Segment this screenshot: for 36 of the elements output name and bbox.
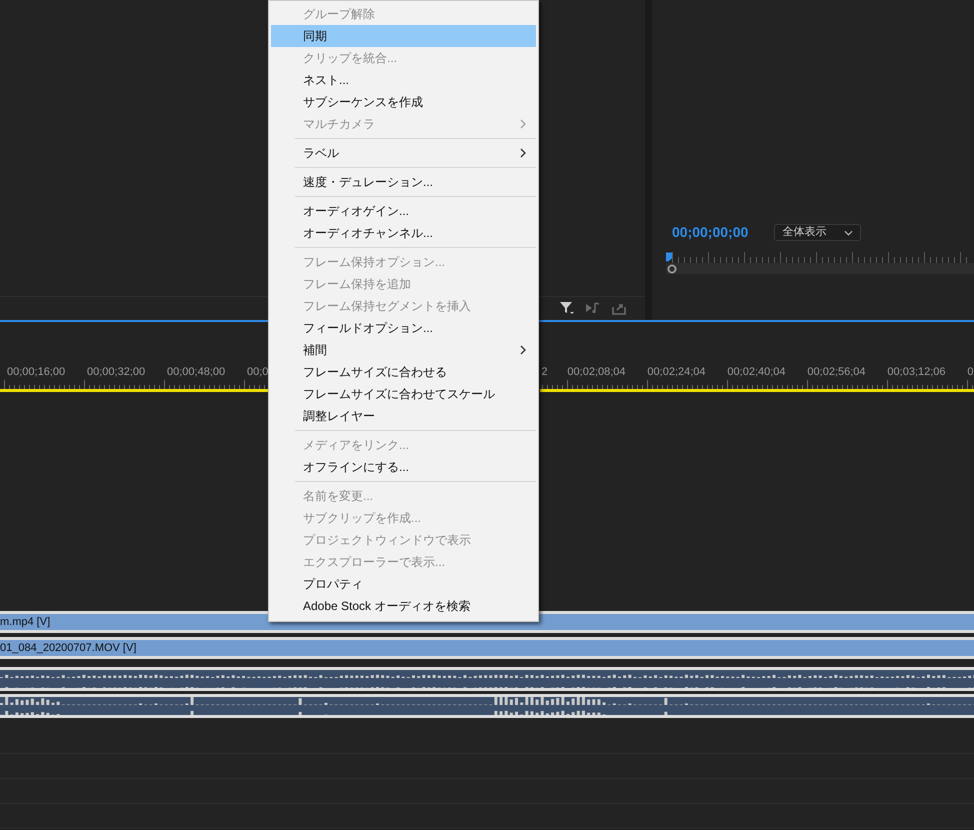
menu-item[interactable]: フレームサイズに合わせる xyxy=(271,361,536,383)
menu-item[interactable]: 調整レイヤー xyxy=(271,405,536,427)
menu-item[interactable]: ネスト... xyxy=(271,69,536,91)
filter-icon[interactable] xyxy=(559,300,575,314)
ruler-timecode: 00;00;32;00 xyxy=(87,365,146,380)
playhead-icon[interactable] xyxy=(666,252,672,262)
arrow-note-icon[interactable] xyxy=(585,300,601,314)
menu-item[interactable]: 補間 xyxy=(271,339,536,361)
menu-item[interactable]: オーディオチャンネル... xyxy=(271,222,536,244)
ruler-timecode: 00;0 xyxy=(247,365,268,380)
ruler-timecode: 00;02;40;04 xyxy=(727,365,787,380)
chevron-down-icon xyxy=(844,230,854,236)
ruler-timecode: 00;02;24;04 xyxy=(647,365,707,380)
ruler-timecode: 00;02;08;04 xyxy=(567,365,627,380)
ruler-timecode: 00;02;56;04 xyxy=(807,365,867,380)
menu-item[interactable]: サブシーケンスを作成 xyxy=(271,91,536,113)
chevron-right-icon xyxy=(520,119,526,129)
menu-item[interactable]: 速度・デュレーション... xyxy=(271,171,536,193)
zoom-dropdown[interactable]: 全体表示 xyxy=(774,224,862,241)
timecode: 00;00;00;00 xyxy=(672,223,748,242)
menu-item[interactable]: ラベル xyxy=(271,142,536,164)
chevron-right-icon xyxy=(520,345,526,355)
ruler-timecode: 00;00;16;00 xyxy=(7,365,66,380)
video-clip[interactable]: 01_084_20200707.MOV [V] xyxy=(0,637,974,659)
chevron-right-icon xyxy=(520,148,526,158)
zoom-handle-icon[interactable] xyxy=(667,264,677,274)
menu-item[interactable]: フレームサイズに合わせてスケール xyxy=(271,383,536,405)
ruler-timecode: 00;00;48;00 xyxy=(167,365,226,380)
menu-item[interactable]: オフラインにする... xyxy=(271,456,536,478)
ruler-timecode: 0 xyxy=(967,365,974,380)
menu-item[interactable]: 同期 xyxy=(271,25,536,47)
ruler-timecode: 00;03;12;06 xyxy=(887,365,947,380)
menu-item[interactable]: プロパティ xyxy=(271,573,536,595)
menu-item[interactable]: オーディオゲイン... xyxy=(271,200,536,222)
menu-item[interactable]: フィールドオプション... xyxy=(271,317,536,339)
ruler-timecode: 2 xyxy=(541,365,549,380)
